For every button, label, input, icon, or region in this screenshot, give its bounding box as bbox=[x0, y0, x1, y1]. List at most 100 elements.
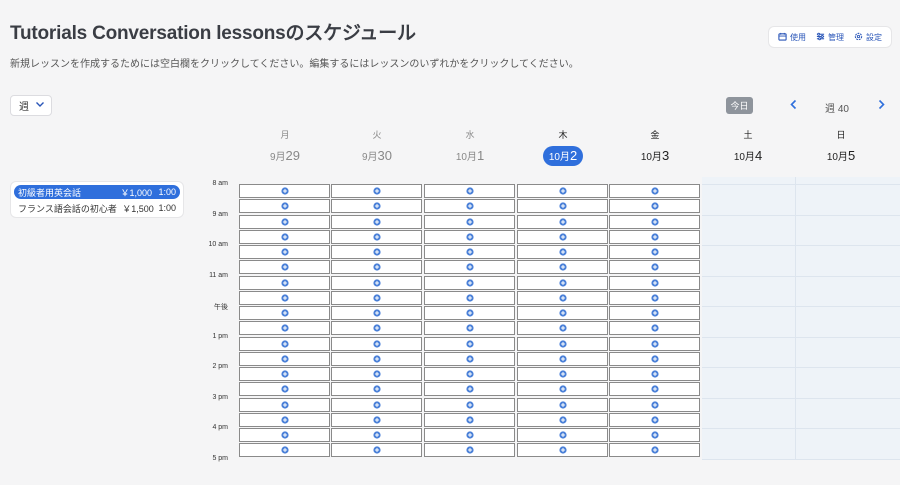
time-slot[interactable] bbox=[331, 337, 422, 351]
time-slot[interactable] bbox=[609, 428, 700, 442]
usage-button[interactable]: 使用 bbox=[778, 32, 806, 43]
time-slot[interactable] bbox=[424, 230, 515, 244]
time-slot[interactable] bbox=[517, 428, 608, 442]
time-slot[interactable] bbox=[517, 260, 608, 274]
time-slot[interactable] bbox=[609, 291, 700, 305]
time-slot[interactable] bbox=[517, 215, 608, 229]
today-button[interactable]: 今日 bbox=[726, 97, 753, 114]
time-slot[interactable] bbox=[609, 260, 700, 274]
time-slot[interactable] bbox=[424, 306, 515, 320]
time-slot[interactable] bbox=[424, 443, 515, 457]
time-slot[interactable] bbox=[239, 306, 330, 320]
time-slot[interactable] bbox=[609, 184, 700, 198]
time-slot[interactable] bbox=[517, 199, 608, 213]
time-slot[interactable] bbox=[609, 367, 700, 381]
time-slot[interactable] bbox=[517, 382, 608, 396]
time-slot[interactable] bbox=[517, 245, 608, 259]
time-slot[interactable] bbox=[239, 367, 330, 381]
settings-button[interactable]: 設定 bbox=[854, 32, 882, 43]
time-slot[interactable] bbox=[331, 276, 422, 290]
time-slot[interactable] bbox=[331, 245, 422, 259]
time-slot[interactable] bbox=[239, 337, 330, 351]
manage-button[interactable]: 管理 bbox=[816, 32, 844, 43]
time-slot[interactable] bbox=[239, 443, 330, 457]
time-slot[interactable] bbox=[609, 276, 700, 290]
time-slot[interactable] bbox=[609, 215, 700, 229]
time-slot[interactable] bbox=[239, 321, 330, 335]
time-slot[interactable] bbox=[517, 306, 608, 320]
time-slot[interactable] bbox=[331, 428, 422, 442]
time-slot[interactable] bbox=[609, 306, 700, 320]
time-slot[interactable] bbox=[609, 230, 700, 244]
time-slot[interactable] bbox=[424, 291, 515, 305]
time-slot[interactable] bbox=[331, 443, 422, 457]
time-slot[interactable] bbox=[331, 413, 422, 427]
time-slot[interactable] bbox=[517, 413, 608, 427]
time-slot[interactable] bbox=[609, 321, 700, 335]
time-slot[interactable] bbox=[424, 184, 515, 198]
time-slot[interactable] bbox=[424, 215, 515, 229]
time-slot[interactable] bbox=[424, 382, 515, 396]
time-slot[interactable] bbox=[331, 321, 422, 335]
time-slot[interactable] bbox=[424, 413, 515, 427]
time-slot[interactable] bbox=[331, 382, 422, 396]
time-slot[interactable] bbox=[609, 245, 700, 259]
time-slot[interactable] bbox=[331, 306, 422, 320]
time-slot[interactable] bbox=[517, 352, 608, 366]
time-slot[interactable] bbox=[424, 367, 515, 381]
time-slot[interactable] bbox=[517, 291, 608, 305]
time-slot[interactable] bbox=[517, 367, 608, 381]
next-week-button[interactable] bbox=[874, 97, 888, 114]
time-slot[interactable] bbox=[239, 276, 330, 290]
time-slot[interactable] bbox=[331, 291, 422, 305]
time-slot[interactable] bbox=[424, 260, 515, 274]
time-slot[interactable] bbox=[424, 352, 515, 366]
time-slot[interactable] bbox=[239, 199, 330, 213]
time-slot[interactable] bbox=[517, 230, 608, 244]
time-slot[interactable] bbox=[424, 337, 515, 351]
time-slot[interactable] bbox=[239, 382, 330, 396]
time-slot[interactable] bbox=[239, 352, 330, 366]
time-slot[interactable] bbox=[331, 398, 422, 412]
time-slot[interactable] bbox=[239, 413, 330, 427]
time-slot[interactable] bbox=[609, 382, 700, 396]
time-slot[interactable] bbox=[239, 398, 330, 412]
time-slot[interactable] bbox=[609, 199, 700, 213]
time-slot[interactable] bbox=[239, 291, 330, 305]
time-slot[interactable] bbox=[424, 321, 515, 335]
time-slot[interactable] bbox=[609, 443, 700, 457]
time-slot[interactable] bbox=[517, 184, 608, 198]
time-slot[interactable] bbox=[517, 443, 608, 457]
lesson-item[interactable]: フランス語会話の初心者 ￥1,500 1:00 bbox=[14, 201, 180, 215]
lesson-item[interactable]: 初級者用英会話 ￥1,000 1:00 bbox=[14, 185, 180, 199]
time-slot[interactable] bbox=[424, 276, 515, 290]
time-slot[interactable] bbox=[424, 428, 515, 442]
time-slot[interactable] bbox=[331, 199, 422, 213]
time-slot[interactable] bbox=[239, 260, 330, 274]
time-slot[interactable] bbox=[609, 398, 700, 412]
time-slot[interactable] bbox=[239, 428, 330, 442]
time-slot[interactable] bbox=[424, 398, 515, 412]
time-slot[interactable] bbox=[517, 321, 608, 335]
time-slot[interactable] bbox=[424, 199, 515, 213]
time-slot[interactable] bbox=[331, 215, 422, 229]
time-slot[interactable] bbox=[239, 230, 330, 244]
time-slot[interactable] bbox=[239, 184, 330, 198]
time-slot[interactable] bbox=[331, 352, 422, 366]
time-slot[interactable] bbox=[331, 260, 422, 274]
time-slot[interactable] bbox=[331, 230, 422, 244]
view-selector[interactable]: 週 bbox=[10, 95, 52, 116]
time-slot[interactable] bbox=[609, 413, 700, 427]
time-slot[interactable] bbox=[331, 367, 422, 381]
time-slot[interactable] bbox=[331, 184, 422, 198]
time-slot[interactable] bbox=[517, 337, 608, 351]
time-slot[interactable] bbox=[424, 245, 515, 259]
weekend-area[interactable] bbox=[702, 177, 900, 460]
time-slot[interactable] bbox=[609, 352, 700, 366]
time-slot[interactable] bbox=[239, 245, 330, 259]
time-slot[interactable] bbox=[239, 215, 330, 229]
previous-week-button[interactable] bbox=[786, 97, 800, 114]
time-slot[interactable] bbox=[609, 337, 700, 351]
time-slot[interactable] bbox=[517, 398, 608, 412]
time-slot[interactable] bbox=[517, 276, 608, 290]
